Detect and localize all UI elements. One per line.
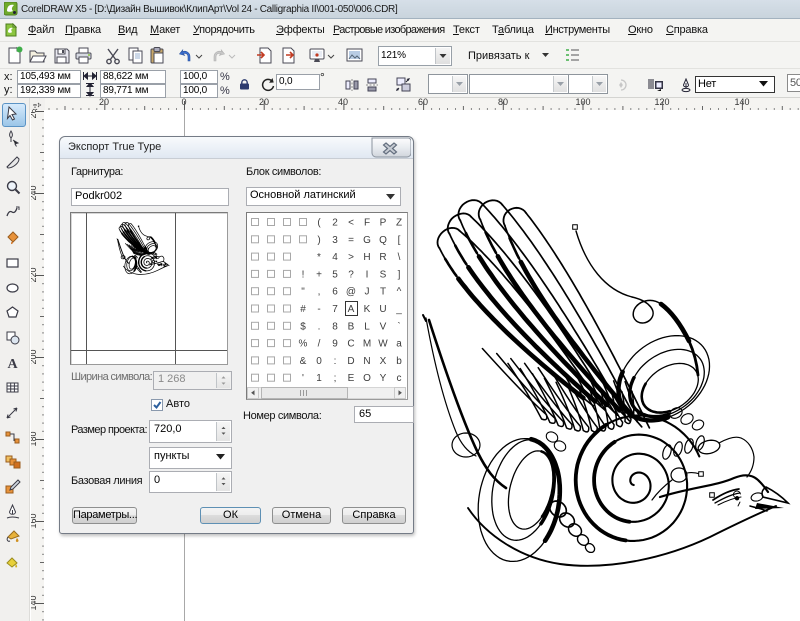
svg-text:#: # bbox=[300, 304, 306, 315]
svg-text:T: T bbox=[380, 287, 386, 298]
svg-text:I: I bbox=[366, 269, 369, 280]
svg-text:$: $ bbox=[300, 321, 306, 332]
svg-text:?: ? bbox=[348, 269, 354, 280]
svg-text:4: 4 bbox=[332, 252, 338, 263]
svg-text:A: A bbox=[348, 304, 355, 315]
svg-text:]: ] bbox=[398, 269, 401, 280]
svg-text:%: % bbox=[299, 339, 308, 350]
svg-text:": " bbox=[301, 287, 305, 298]
svg-text:=: = bbox=[348, 235, 354, 246]
svg-text:3: 3 bbox=[332, 235, 338, 246]
svg-text:0: 0 bbox=[316, 356, 322, 367]
svg-text:c: c bbox=[397, 373, 402, 384]
svg-text:': ' bbox=[302, 373, 304, 384]
svg-text:-: - bbox=[317, 304, 320, 315]
svg-text:a: a bbox=[396, 339, 402, 350]
svg-text:F: F bbox=[364, 218, 370, 229]
svg-text:Q: Q bbox=[379, 235, 387, 246]
svg-text:/: / bbox=[318, 339, 321, 350]
svg-text:+: + bbox=[316, 269, 322, 280]
svg-text:C: C bbox=[347, 339, 354, 350]
svg-text:M: M bbox=[363, 339, 371, 350]
svg-text:[: [ bbox=[398, 235, 401, 246]
svg-text:): ) bbox=[317, 235, 320, 246]
svg-text:2: 2 bbox=[332, 218, 338, 229]
svg-text:\: \ bbox=[398, 252, 401, 263]
svg-text:_: _ bbox=[395, 304, 402, 315]
svg-text:P: P bbox=[380, 218, 387, 229]
svg-text:J: J bbox=[365, 287, 370, 298]
svg-text:(: ( bbox=[317, 218, 321, 229]
svg-text:R: R bbox=[379, 252, 386, 263]
svg-text:L: L bbox=[364, 321, 370, 332]
svg-text:`: ` bbox=[397, 320, 400, 332]
svg-text:Y: Y bbox=[380, 373, 387, 384]
svg-text:5: 5 bbox=[332, 269, 338, 280]
svg-text:@: @ bbox=[346, 287, 356, 298]
svg-text:E: E bbox=[348, 373, 355, 384]
svg-text:!: ! bbox=[302, 269, 305, 280]
svg-text:>: > bbox=[348, 252, 354, 263]
svg-text:^: ^ bbox=[397, 287, 402, 298]
svg-text:&: & bbox=[300, 356, 307, 367]
svg-text:O: O bbox=[363, 373, 371, 384]
svg-text:8: 8 bbox=[332, 321, 338, 332]
svg-text:V: V bbox=[380, 321, 387, 332]
svg-text:N: N bbox=[363, 356, 370, 367]
svg-text:B: B bbox=[348, 321, 355, 332]
svg-text:;: ; bbox=[334, 373, 337, 384]
svg-text:D: D bbox=[347, 356, 354, 367]
svg-text:U: U bbox=[379, 304, 386, 315]
svg-text:,: , bbox=[318, 287, 321, 298]
svg-text:W: W bbox=[378, 339, 388, 350]
svg-text:K: K bbox=[364, 304, 371, 315]
svg-text::: : bbox=[334, 356, 337, 367]
svg-text:9: 9 bbox=[332, 339, 338, 350]
svg-text:S: S bbox=[380, 269, 387, 280]
svg-text:H: H bbox=[363, 252, 370, 263]
svg-text:7: 7 bbox=[332, 304, 338, 315]
svg-text:*: * bbox=[317, 252, 321, 263]
svg-text:G: G bbox=[363, 235, 371, 246]
svg-text:b: b bbox=[396, 356, 402, 367]
svg-text:X: X bbox=[380, 356, 387, 367]
svg-text:.: . bbox=[318, 321, 321, 332]
svg-text:6: 6 bbox=[332, 287, 338, 298]
svg-text:1: 1 bbox=[316, 373, 322, 384]
svg-text:<: < bbox=[348, 218, 354, 229]
svg-text:Z: Z bbox=[396, 218, 402, 229]
